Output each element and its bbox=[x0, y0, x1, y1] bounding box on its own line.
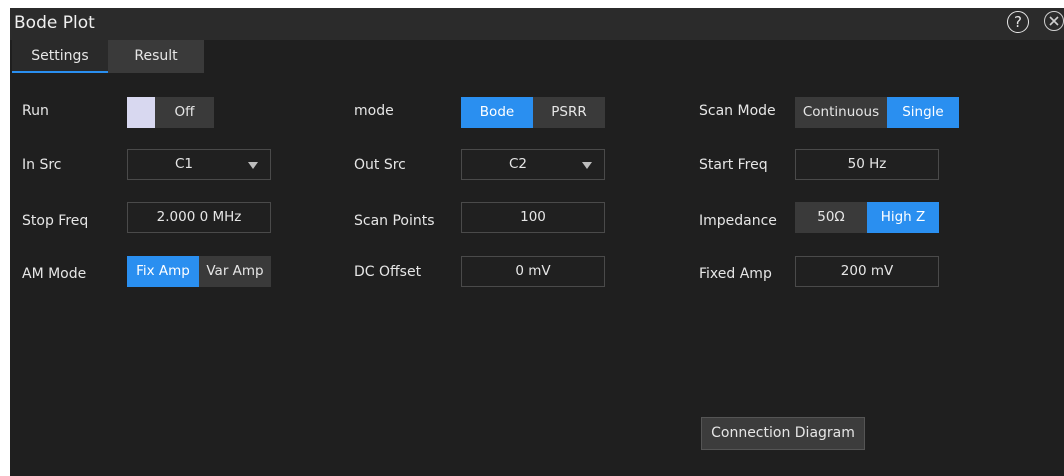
dc-offset-field[interactable]: 0 mV bbox=[461, 256, 605, 287]
scan-mode-single[interactable]: Single bbox=[887, 97, 959, 128]
stop-freq-label: Stop Freq bbox=[22, 213, 89, 229]
mode-label: mode bbox=[354, 103, 394, 119]
toggle-knob bbox=[127, 97, 155, 128]
scan-points-field[interactable]: 100 bbox=[461, 202, 605, 233]
mode-psrr[interactable]: PSRR bbox=[533, 97, 605, 128]
title-bar: Bode Plot ? bbox=[10, 8, 1064, 40]
tab-settings[interactable]: Settings bbox=[12, 40, 108, 73]
am-mode-fix-amp[interactable]: Fix Amp bbox=[127, 256, 199, 287]
help-icon[interactable]: ? bbox=[1007, 11, 1029, 33]
in-src-select[interactable]: C1 bbox=[127, 149, 271, 180]
scan-mode-continuous[interactable]: Continuous bbox=[795, 97, 887, 128]
impedance-label: Impedance bbox=[699, 213, 777, 229]
scan-points-label: Scan Points bbox=[354, 213, 435, 229]
dc-offset-label: DC Offset bbox=[354, 264, 422, 280]
bode-plot-window: Bode Plot ? Settings Result Run Off In S… bbox=[10, 8, 1064, 476]
impedance-50-ohm[interactable]: 50Ω bbox=[795, 202, 867, 233]
scan-mode-label: Scan Mode bbox=[699, 103, 776, 119]
out-src-value: C2 bbox=[508, 156, 527, 172]
impedance-selector: 50Ω High Z bbox=[795, 202, 939, 233]
dropdown-arrow-icon bbox=[582, 162, 592, 169]
out-src-label: Out Src bbox=[354, 157, 406, 173]
in-src-value: C1 bbox=[174, 156, 193, 172]
tab-result[interactable]: Result bbox=[108, 40, 204, 73]
mode-selector: Bode PSRR bbox=[461, 97, 605, 128]
run-label: Run bbox=[22, 103, 49, 119]
stop-freq-field[interactable]: 2.000 0 MHz bbox=[127, 202, 271, 233]
out-src-select[interactable]: C2 bbox=[461, 149, 605, 180]
am-mode-var-amp[interactable]: Var Amp bbox=[199, 256, 271, 287]
am-mode-label: AM Mode bbox=[22, 266, 87, 282]
fixed-amp-field[interactable]: 200 mV bbox=[795, 256, 939, 287]
start-freq-field[interactable]: 50 Hz bbox=[795, 149, 939, 180]
run-toggle[interactable]: Off bbox=[127, 97, 214, 128]
window-title: Bode Plot bbox=[14, 13, 95, 33]
dropdown-arrow-icon bbox=[248, 162, 258, 169]
in-src-label: In Src bbox=[22, 157, 62, 173]
close-icon[interactable] bbox=[1044, 11, 1064, 31]
start-freq-label: Start Freq bbox=[699, 157, 768, 173]
fixed-amp-label: Fixed Amp bbox=[699, 266, 772, 282]
run-toggle-value: Off bbox=[174, 104, 195, 120]
scan-mode-selector: Continuous Single bbox=[795, 97, 959, 128]
connection-diagram-button[interactable]: Connection Diagram bbox=[701, 417, 865, 450]
mode-bode[interactable]: Bode bbox=[461, 97, 533, 128]
am-mode-selector: Fix Amp Var Amp bbox=[127, 256, 271, 287]
impedance-high-z[interactable]: High Z bbox=[867, 202, 939, 233]
